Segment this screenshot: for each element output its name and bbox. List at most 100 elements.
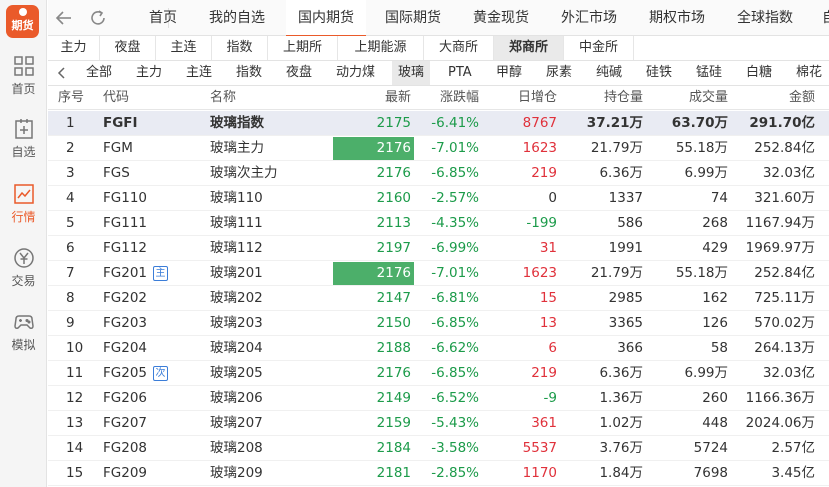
tab-gold-spot[interactable]: 黄金现货: [473, 0, 529, 36]
cell-daily-oi: -199: [526, 215, 557, 231]
cell-volume: 5724: [693, 440, 728, 456]
chevron-left-icon[interactable]: [56, 65, 68, 81]
market-shfe[interactable]: 上期所: [268, 36, 338, 60]
cell-name: 玻璃204: [210, 340, 263, 356]
sidebar-item-trade[interactable]: 交易: [0, 246, 47, 289]
cell-volume: 63.70万: [671, 115, 728, 131]
app-logo[interactable]: 期货: [6, 5, 39, 38]
cell-oi: 21.79万: [590, 140, 643, 156]
cell-name: 玻璃206: [210, 390, 263, 406]
table-row[interactable]: 3 FGS 玻璃次主力 2176 -6.85% 219 6.36万 6.99万 32.03亿: [48, 161, 829, 186]
top-navigation: 首页 我的自选 国内期货 国际期货 黄金现货 外汇市场 期权市场 全球指数 自: [48, 0, 829, 37]
tab-global-index[interactable]: 全球指数: [737, 0, 793, 36]
table-row[interactable]: 2 FGM 玻璃主力 2176 -7.01% 1623 21.79万 55.18万 252.84…: [48, 136, 829, 161]
cell-code: FG205: [103, 365, 147, 381]
tab-options[interactable]: 期权市场: [649, 0, 705, 36]
cell-code: FGM: [103, 140, 133, 156]
cell-index: 10: [66, 340, 84, 356]
cell-volume: 448: [702, 415, 728, 431]
cell-change: -6.41%: [431, 115, 479, 131]
col-change[interactable]: 涨跌幅: [418, 86, 479, 110]
market-night[interactable]: 夜盘: [100, 36, 156, 60]
table-row[interactable]: 4 FG110 玻璃110 2160 -2.57% 0 1337 74 321.60万: [48, 186, 829, 211]
sidebar-item-watchlist[interactable]: 自选: [0, 117, 47, 160]
market-czce[interactable]: 郑商所: [494, 36, 564, 60]
col-oi[interactable]: 持仓量: [568, 86, 643, 110]
cell-volume: 260: [702, 390, 728, 406]
tab-more[interactable]: 自: [822, 0, 829, 36]
tab-intl-futures[interactable]: 国际期货: [385, 0, 441, 36]
market-continuous[interactable]: 主连: [156, 36, 212, 60]
tab-domestic-futures[interactable]: 国内期货: [286, 0, 366, 37]
col-last[interactable]: 最新: [348, 86, 411, 110]
table-row[interactable]: 11 FG205 次 玻璃205 2176 -6.85% 219 6.36万 6.99万 32.0…: [48, 361, 829, 386]
yen-icon: [13, 248, 34, 268]
table-row[interactable]: 7 FG201 主 玻璃201 2176 -7.01% 1623 21.79万 55.18万 25…: [48, 261, 829, 286]
table-row[interactable]: 1 FGFI 玻璃指数 2175 -6.41% 8767 37.21万 63.70万 291.7…: [48, 111, 829, 136]
cell-amount: 1969.97万: [745, 240, 815, 256]
product-cotton[interactable]: 棉花: [796, 61, 822, 85]
sidebar-item-quotes[interactable]: 行情: [0, 182, 47, 225]
cell-amount: 252.84亿: [754, 265, 815, 281]
product-glass[interactable]: 玻璃: [392, 61, 431, 85]
table-row[interactable]: 5 FG111 玻璃111 2113 -4.35% -199 586 268 1167.94万: [48, 211, 829, 236]
cell-name: 玻璃111: [210, 215, 263, 231]
cell-amount: 2024.06万: [745, 415, 815, 431]
product-main[interactable]: 主力: [136, 61, 162, 85]
col-code[interactable]: 代码: [103, 86, 129, 110]
table-row[interactable]: 10 FG204 玻璃204 2188 -6.62% 6 366 58 264.13万: [48, 336, 829, 361]
col-daily-oi[interactable]: 日增仓: [488, 86, 557, 110]
col-index[interactable]: 序号: [58, 86, 84, 110]
cell-oi: 3365: [608, 315, 643, 331]
col-amount[interactable]: 金额: [733, 86, 815, 110]
cell-code: FGFI: [103, 115, 138, 131]
table-row[interactable]: 15 FG209 玻璃209 2181 -2.85% 1170 1.84万 7698 3.45亿: [48, 461, 829, 486]
col-volume[interactable]: 成交量: [648, 86, 728, 110]
product-methanol[interactable]: 甲醇: [496, 61, 522, 85]
market-cffex[interactable]: 中金所: [564, 36, 634, 60]
back-arrow-icon[interactable]: [54, 8, 74, 28]
market-main[interactable]: 主力: [48, 36, 100, 60]
table-row[interactable]: 8 FG202 玻璃202 2147 -6.81% 15 2985 162 725.11万: [48, 286, 829, 311]
tab-home[interactable]: 首页: [149, 0, 177, 36]
cell-name: 玻璃112: [210, 240, 263, 256]
table-row[interactable]: 12 FG206 玻璃206 2149 -6.52% -9 1.36万 260 1166.36万: [48, 386, 829, 411]
market-ine[interactable]: 上期能源: [338, 36, 424, 60]
product-thermal-coal[interactable]: 动力煤: [336, 61, 375, 85]
table-row[interactable]: 9 FG203 玻璃203 2150 -6.85% 13 3365 126 570.02万: [48, 311, 829, 336]
cell-oi: 2985: [608, 290, 643, 306]
product-all[interactable]: 全部: [86, 61, 112, 85]
refresh-icon[interactable]: [88, 8, 108, 28]
table-row[interactable]: 13 FG207 玻璃207 2159 -5.43% 361 1.02万 448 2024.06…: [48, 411, 829, 436]
cell-change: -6.62%: [431, 340, 479, 356]
cell-index: 4: [66, 190, 75, 206]
product-night[interactable]: 夜盘: [286, 61, 312, 85]
cell-daily-oi: 13: [539, 315, 557, 331]
sidebar-item-label: 行情: [11, 210, 36, 224]
sidebar-item-simulate[interactable]: 模拟: [0, 310, 47, 353]
product-ferrosilicon[interactable]: 硅铁: [646, 61, 672, 85]
product-index[interactable]: 指数: [236, 61, 262, 85]
product-sugar[interactable]: 白糖: [746, 61, 772, 85]
product-soda-ash[interactable]: 纯碱: [596, 61, 622, 85]
tab-forex[interactable]: 外汇市场: [561, 0, 617, 36]
cell-oi: 366: [617, 340, 643, 356]
cell-name: 玻璃指数: [210, 115, 264, 131]
col-name[interactable]: 名称: [210, 86, 236, 110]
sidebar-item-home[interactable]: 首页: [0, 54, 47, 97]
cell-index: 7: [66, 265, 75, 281]
product-urea[interactable]: 尿素: [546, 61, 572, 85]
cell-daily-oi: 8767: [522, 115, 557, 131]
product-continuous[interactable]: 主连: [186, 61, 212, 85]
cell-change: -6.99%: [431, 240, 479, 256]
tab-watchlist[interactable]: 我的自选: [209, 0, 265, 36]
cell-oi: 1991: [608, 240, 643, 256]
cell-code: FG206: [103, 390, 147, 406]
table-row[interactable]: 6 FG112 玻璃112 2197 -6.99% 31 1991 429 1969.97万: [48, 236, 829, 261]
product-silicomanganese[interactable]: 锰硅: [696, 61, 722, 85]
table-row[interactable]: 14 FG208 玻璃208 2184 -3.58% 5537 3.76万 5724 2.57亿: [48, 436, 829, 461]
product-pta[interactable]: PTA: [448, 61, 472, 85]
market-index[interactable]: 指数: [212, 36, 268, 60]
market-dce[interactable]: 大商所: [424, 36, 494, 60]
cell-volume: 55.18万: [675, 140, 728, 156]
